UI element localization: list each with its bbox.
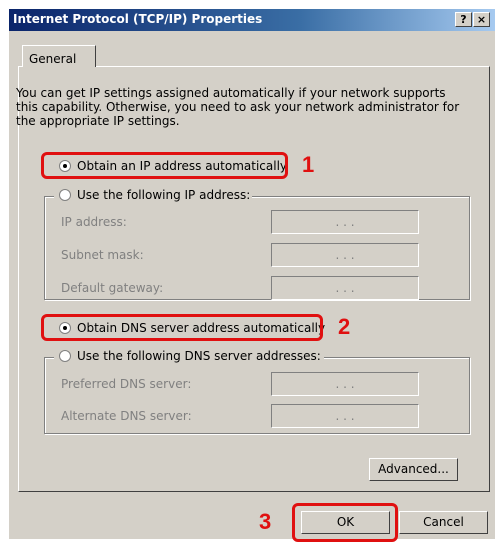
preferred-dns-input[interactable]: . . . xyxy=(271,372,419,396)
radio-label: Use the following IP address: xyxy=(77,188,251,202)
ip-address-input[interactable]: . . . xyxy=(271,210,419,234)
default-gateway-input[interactable]: . . . xyxy=(271,276,419,300)
alternate-dns-input[interactable]: . . . xyxy=(271,404,419,428)
highlight-step-1 xyxy=(41,152,288,179)
title-bar[interactable]: Internet Protocol (TCP/IP) Properties ? … xyxy=(9,9,495,31)
alternate-dns-label: Alternate DNS server: xyxy=(61,409,192,423)
preferred-dns-label: Preferred DNS server: xyxy=(61,377,192,391)
radio-label: Use the following DNS server addresses: xyxy=(77,349,321,363)
advanced-button[interactable]: Advanced... xyxy=(369,458,458,481)
close-icon: × xyxy=(476,13,487,26)
radio-use-following-dns[interactable]: Use the following DNS server addresses: xyxy=(59,349,321,363)
radio-use-following-ip[interactable]: Use the following IP address: xyxy=(59,188,250,202)
description-text: You can get IP settings assigned automat… xyxy=(16,86,460,128)
subnet-mask-label: Subnet mask: xyxy=(61,248,144,262)
window-title: Internet Protocol (TCP/IP) Properties xyxy=(13,12,263,26)
default-gateway-label: Default gateway: xyxy=(61,281,164,295)
radio-unselected-icon xyxy=(59,189,71,201)
tab-label: General xyxy=(29,52,77,66)
cancel-button[interactable]: Cancel xyxy=(399,511,488,534)
radio-unselected-icon xyxy=(59,350,71,362)
close-button[interactable]: × xyxy=(473,12,490,27)
tab-general[interactable]: General xyxy=(22,45,96,67)
step-3-number: 3 xyxy=(259,509,272,534)
step-2-number: 2 xyxy=(338,314,351,339)
question-mark-icon: ? xyxy=(460,13,467,26)
step-1-number: 1 xyxy=(302,152,315,177)
highlight-step-3 xyxy=(292,503,398,542)
ip-address-label: IP address: xyxy=(61,215,127,229)
help-button[interactable]: ? xyxy=(455,12,472,27)
highlight-step-2 xyxy=(41,314,323,341)
subnet-mask-input[interactable]: . . . xyxy=(271,243,419,267)
